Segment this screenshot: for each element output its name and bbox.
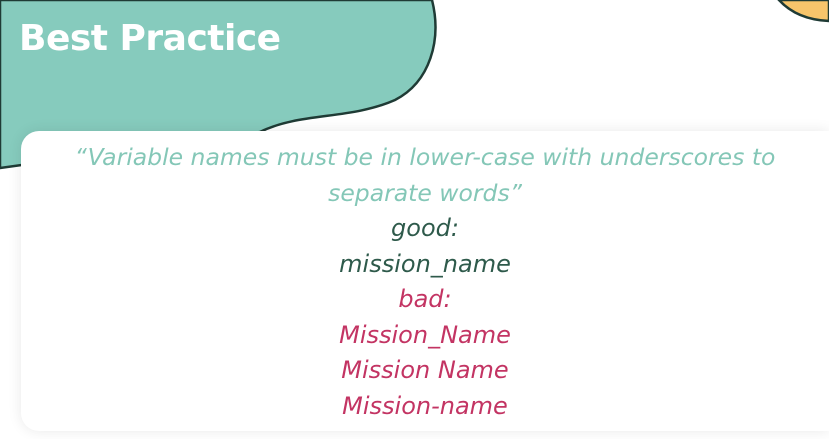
quote-line-2: separate words”: [328, 178, 522, 207]
bad-label: bad:: [398, 285, 452, 313]
quote-line-1: “Variable names must be in lower-case wi…: [74, 143, 776, 171]
content-text: “Variable names must be in lower-case wi…: [21, 140, 829, 424]
good-label: good:: [391, 214, 459, 242]
bad-example: Mission_Name: [339, 320, 511, 349]
bad-example: Mission Name: [341, 356, 509, 384]
good-example: mission_name: [339, 249, 511, 278]
orange-blob: [777, 0, 829, 23]
slide-title: Best Practice: [19, 18, 281, 59]
bad-example: Mission-name: [342, 391, 508, 420]
